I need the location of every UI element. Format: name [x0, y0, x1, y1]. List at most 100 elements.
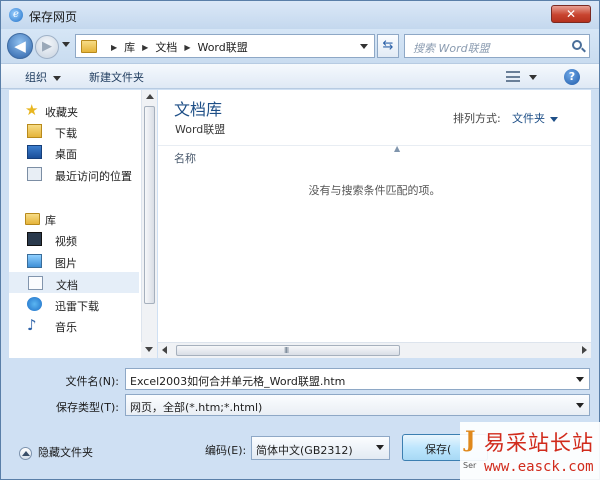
- encoding-select[interactable]: 简体中文(GB2312): [251, 436, 390, 460]
- downloads-folder-icon: [27, 124, 42, 138]
- chevron-down-icon[interactable]: [576, 377, 584, 382]
- folder-icon: [81, 40, 97, 53]
- sidebar-item-label: 库: [45, 214, 56, 227]
- chevron-up-icon: [19, 446, 32, 460]
- grip-icon: III: [284, 346, 289, 355]
- filename-value[interactable]: Excel2003如何合并单元格_Word联盟.htm: [130, 373, 345, 389]
- address-row: ◀ ▶ ▶ 库 ▶ 文档 ▶ Word联盟 ⇆ 搜索 Word联盟: [1, 29, 599, 63]
- watermark-url: www.easck.com: [484, 459, 594, 475]
- sidebar-item-videos[interactable]: 视频: [9, 229, 139, 250]
- hide-folders-toggle[interactable]: 隐藏文件夹: [19, 444, 93, 460]
- breadcrumb-arrow-icon[interactable]: ▶: [184, 43, 190, 52]
- scroll-left-icon[interactable]: [162, 346, 167, 354]
- music-note-icon: ♪: [27, 316, 37, 334]
- sort-by-label: 排列方式:: [453, 112, 501, 125]
- scroll-down-button[interactable]: [141, 342, 157, 358]
- filetype-select[interactable]: 网页，全部(*.htm;*.html): [125, 394, 590, 416]
- recent-places-icon: [27, 167, 42, 181]
- search-input[interactable]: 搜索 Word联盟: [404, 34, 590, 58]
- breadcrumb-item-documents[interactable]: 文档: [155, 39, 177, 55]
- sort-by-value: 文件夹: [512, 112, 545, 125]
- title-bar: e 保存网页 ✕: [1, 1, 599, 29]
- scroll-up-icon[interactable]: [146, 94, 154, 99]
- sidebar-item-pictures[interactable]: 图片: [9, 251, 139, 272]
- filetype-label: 保存类型(T):: [55, 401, 119, 414]
- encoding-value: 简体中文(GB2312): [256, 444, 353, 457]
- refresh-button[interactable]: ⇆: [377, 34, 399, 58]
- thunder-icon: [27, 297, 42, 311]
- chevron-down-icon: [53, 75, 61, 81]
- close-button[interactable]: ✕: [551, 5, 591, 23]
- column-header-name[interactable]: 名称: [174, 150, 196, 166]
- scroll-right-icon[interactable]: [582, 346, 587, 354]
- star-icon: ★: [25, 101, 39, 119]
- sidebar-item-label: 下载: [55, 127, 77, 140]
- navigation-pane: ★ 收藏夹 下载 桌面 最近访问的位置 库 视频 图片 文档 迅雷下载 ♪ 音乐: [9, 90, 157, 358]
- navigation-scrollbar[interactable]: [141, 90, 157, 358]
- sidebar-item-label: 图片: [55, 257, 77, 270]
- library-folder-icon: [25, 213, 40, 225]
- new-folder-button[interactable]: 新建文件夹: [89, 69, 144, 85]
- sidebar-item-desktop[interactable]: 桌面: [9, 142, 139, 163]
- view-options-icon[interactable]: [506, 71, 520, 82]
- sidebar-item-recent-places[interactable]: 最近访问的位置: [9, 164, 139, 185]
- ie-icon: e: [9, 8, 23, 22]
- organize-label: 组织: [25, 71, 47, 84]
- hide-folders-label: 隐藏文件夹: [38, 446, 93, 459]
- breadcrumb-arrow-icon[interactable]: ▶: [142, 43, 148, 52]
- save-button-label: 保存(: [425, 443, 452, 456]
- filetype-value: 网页，全部(*.htm;*.html): [130, 401, 263, 414]
- site-watermark: J Ser 易采站长站 www.easck.com: [460, 422, 600, 481]
- watermark-text: 易采站长站: [484, 431, 594, 455]
- sort-ascending-icon: ▲: [394, 144, 401, 153]
- save-webpage-dialog: e 保存网页 ✕ ◀ ▶ ▶ 库 ▶ 文档 ▶ Word联盟 ⇆ 搜索 Word…: [0, 0, 600, 481]
- sort-by-dropdown[interactable]: 文件夹: [512, 110, 558, 126]
- chevron-down-icon: [376, 445, 384, 450]
- address-bar[interactable]: ▶ 库 ▶ 文档 ▶ Word联盟: [75, 34, 375, 58]
- search-placeholder: 搜索 Word联盟: [413, 42, 490, 55]
- chevron-down-icon: [550, 116, 558, 122]
- chevron-down-icon: [576, 403, 584, 408]
- filename-label: 文件名(N):: [65, 375, 119, 388]
- sidebar-item-downloads[interactable]: 下载: [9, 121, 139, 142]
- column-header-row: ▲ 名称: [158, 144, 591, 166]
- sidebar-item-libraries[interactable]: 库: [9, 208, 139, 229]
- help-icon[interactable]: ?: [564, 69, 580, 85]
- breadcrumb: ▶ 库 ▶ 文档 ▶ Word联盟: [104, 39, 248, 55]
- encoding-label: 编码(E):: [205, 444, 247, 457]
- file-list-pane: 文档库 Word联盟 排列方式: 文件夹 ▲ 名称 没有与搜索条件匹配的项。: [158, 90, 591, 358]
- search-icon[interactable]: [572, 40, 582, 50]
- recent-locations-dropdown[interactable]: [62, 42, 70, 47]
- horizontal-scrollbar[interactable]: III: [158, 342, 591, 358]
- filename-field[interactable]: Excel2003如何合并单元格_Word联盟.htm: [125, 368, 590, 390]
- document-icon: [28, 276, 43, 290]
- sidebar-item-favorites[interactable]: ★ 收藏夹: [9, 100, 139, 121]
- window-title: 保存网页: [29, 10, 78, 24]
- sidebar-item-documents[interactable]: 文档: [9, 272, 139, 293]
- back-button[interactable]: ◀: [7, 33, 33, 59]
- watermark-logo-icon: J Ser: [463, 427, 477, 470]
- address-dropdown-icon[interactable]: [360, 44, 368, 49]
- sidebar-item-label: 最近访问的位置: [55, 170, 132, 183]
- command-bar: 组织 新建文件夹 ?: [1, 63, 599, 89]
- sidebar-item-label: 收藏夹: [45, 106, 78, 119]
- empty-list-message: 没有与搜索条件匹配的项。: [308, 184, 441, 197]
- scroll-down-icon: [145, 347, 153, 352]
- library-title: 文档库: [174, 100, 223, 119]
- breadcrumb-item-library[interactable]: 库: [124, 39, 135, 55]
- forward-button[interactable]: ▶: [35, 35, 59, 59]
- sidebar-item-label: 视频: [55, 235, 77, 248]
- library-subtitle: Word联盟: [175, 123, 226, 136]
- sidebar-item-music[interactable]: ♪ 音乐: [9, 315, 139, 336]
- sidebar-item-label: 桌面: [55, 148, 77, 161]
- sidebar-item-thunder-downloads[interactable]: 迅雷下载: [9, 294, 139, 315]
- sidebar-item-label: 迅雷下载: [55, 300, 99, 313]
- scrollbar-thumb[interactable]: III: [176, 345, 400, 356]
- breadcrumb-item-word-union[interactable]: Word联盟: [197, 39, 247, 55]
- video-icon: [27, 232, 42, 246]
- breadcrumb-arrow-icon[interactable]: ▶: [111, 43, 117, 52]
- scrollbar-thumb[interactable]: [144, 106, 155, 304]
- view-dropdown-icon[interactable]: [529, 75, 537, 80]
- picture-icon: [27, 254, 42, 268]
- organize-button[interactable]: 组织: [25, 69, 61, 85]
